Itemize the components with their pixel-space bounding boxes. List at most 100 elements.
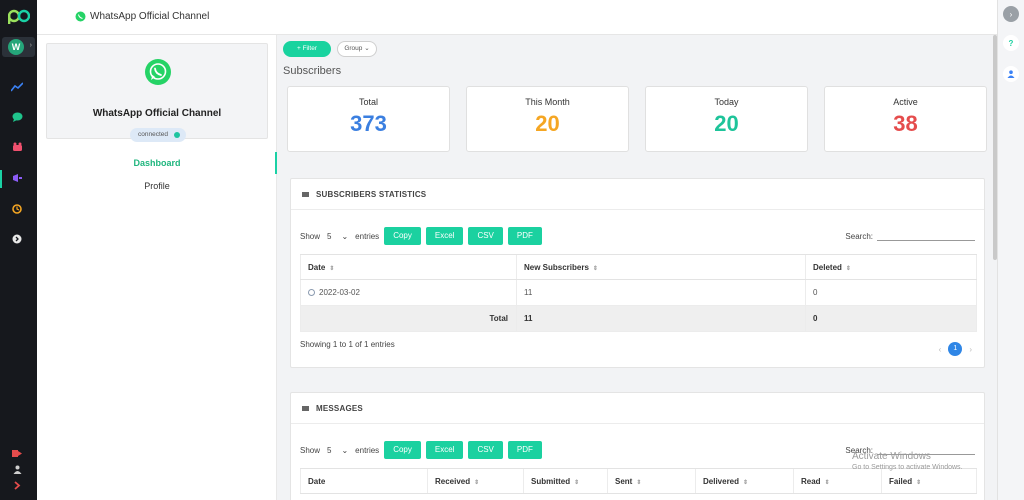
activation-watermark: Activate Windows Go to Settings to activ… bbox=[852, 451, 963, 471]
cell-deleted: 0 bbox=[805, 279, 977, 306]
panel-title: SUBSCRIBERS STATISTICS bbox=[316, 189, 427, 199]
stat-value: 38 bbox=[893, 111, 918, 136]
messages-panel: MESSAGES Show 5 ⌄ entries Copy Excel CSV… bbox=[290, 392, 985, 500]
stat-card-total: Total 373 bbox=[287, 86, 450, 152]
subscribers-table: Date ⇕ New Subscribers ⇕ Deleted ⇕ 2022-03-… bbox=[300, 254, 977, 332]
expand-row-icon[interactable] bbox=[308, 289, 315, 296]
panel-header: SUBSCRIBERS STATISTICS bbox=[291, 179, 984, 210]
chevron-down-icon: ⌄ bbox=[364, 45, 370, 52]
sidebar-active-indicator bbox=[0, 170, 2, 188]
sort-icon: ⇕ bbox=[329, 265, 335, 272]
pagination-next[interactable]: › bbox=[969, 345, 972, 354]
avatar: W bbox=[8, 39, 24, 55]
table-total-row: Total 11 0 bbox=[300, 305, 977, 332]
column-header-received[interactable]: Received ⇕ bbox=[427, 468, 524, 494]
stat-card-active: Active 38 bbox=[824, 86, 987, 152]
page-title-text: WhatsApp Official Channel bbox=[90, 11, 210, 22]
show-label: Show bbox=[300, 231, 321, 241]
account-switcher[interactable]: W › bbox=[2, 37, 35, 57]
column-header-read[interactable]: Read ⇕ bbox=[793, 468, 882, 494]
pagination-page-1[interactable]: 1 bbox=[948, 342, 963, 356]
pagination-prev[interactable]: ‹ bbox=[939, 345, 942, 354]
csv-button[interactable]: CSV bbox=[468, 441, 503, 459]
entries-select[interactable]: 5 ⌄ bbox=[324, 446, 351, 455]
column-header-delivered[interactable]: Delivered ⇕ bbox=[695, 468, 794, 494]
sort-icon: ⇕ bbox=[824, 479, 830, 486]
nav-item-dashboard[interactable]: Dashboard bbox=[37, 158, 277, 168]
copy-button[interactable]: Copy bbox=[384, 441, 421, 459]
chevron-down-icon: ⌄ bbox=[341, 231, 349, 241]
chat-icon[interactable] bbox=[10, 110, 24, 124]
sort-icon: ⇕ bbox=[916, 479, 922, 486]
user-icon[interactable] bbox=[10, 462, 24, 476]
pdf-button[interactable]: PDF bbox=[507, 441, 542, 459]
pdf-button[interactable]: PDF bbox=[507, 227, 542, 245]
group-dropdown[interactable]: Group ⌄ bbox=[337, 41, 377, 57]
status-badge: connected bbox=[130, 128, 186, 142]
cell-new-subscribers: 11 bbox=[516, 279, 806, 306]
entries-select-value: 5 bbox=[327, 445, 332, 455]
help-icon[interactable]: ? bbox=[1003, 35, 1019, 51]
entries-select[interactable]: 5 ⌄ bbox=[324, 232, 351, 241]
panel-header: MESSAGES bbox=[291, 393, 984, 424]
search-label: Search: bbox=[845, 232, 873, 241]
filter-button[interactable]: + Filter bbox=[283, 41, 331, 57]
chevron-right-icon: › bbox=[29, 42, 32, 49]
table-search: Search: bbox=[845, 231, 975, 241]
table-controls: Show 5 ⌄ entries Copy Excel CSV PDF bbox=[300, 441, 542, 459]
channel-card: WhatsApp Official Channel connected bbox=[46, 43, 268, 142]
entries-label: entries bbox=[355, 231, 380, 241]
column-header-failed[interactable]: Failed ⇕ bbox=[881, 468, 977, 494]
bot-icon[interactable] bbox=[10, 140, 24, 154]
excel-button[interactable]: Excel bbox=[425, 441, 464, 459]
watermark-line2: Go to Settings to activate Windows. bbox=[852, 464, 963, 471]
csv-button[interactable]: CSV bbox=[468, 227, 503, 245]
sort-icon: ⇕ bbox=[574, 479, 580, 486]
sort-icon: ⇕ bbox=[743, 479, 749, 486]
envelope-icon bbox=[302, 191, 309, 197]
stat-card-this-month: This Month 20 bbox=[466, 86, 629, 152]
messages-table: Date Received ⇕ Submitted ⇕ Sent ⇕ Delivere… bbox=[300, 468, 977, 494]
copy-button[interactable]: Copy bbox=[384, 227, 421, 245]
entries-label: entries bbox=[355, 445, 380, 455]
analytics-icon[interactable] bbox=[10, 80, 24, 94]
group-dropdown-label: Group bbox=[344, 45, 363, 52]
column-header-sent[interactable]: Sent ⇕ bbox=[607, 468, 696, 494]
column-header-submitted[interactable]: Submitted ⇕ bbox=[523, 468, 608, 494]
main-content: + Filter Group ⌄ Subscribers Total 373 T… bbox=[277, 35, 997, 500]
nav-item-profile[interactable]: Profile bbox=[37, 181, 277, 191]
arrow-circle-icon[interactable] bbox=[10, 232, 24, 246]
top-header: WhatsApp Official Channel bbox=[37, 0, 997, 35]
history-icon[interactable] bbox=[10, 202, 24, 216]
sort-icon: ⇕ bbox=[845, 265, 851, 272]
table-info: Showing 1 to 1 of 1 entries bbox=[300, 340, 395, 349]
cell-date: 2022-03-02 bbox=[300, 279, 517, 306]
excel-button[interactable]: Excel bbox=[425, 227, 464, 245]
table-row: 2022-03-02 11 0 bbox=[300, 279, 977, 306]
search-input[interactable] bbox=[877, 231, 975, 241]
sort-icon: ⇕ bbox=[592, 265, 598, 272]
column-header-date[interactable]: Date bbox=[300, 468, 428, 494]
sort-icon: ⇕ bbox=[636, 479, 642, 486]
column-header-new-subscribers[interactable]: New Subscribers ⇕ bbox=[516, 254, 806, 280]
stat-label: Active bbox=[893, 97, 918, 107]
broadcast-icon[interactable] bbox=[10, 171, 24, 185]
chevron-down-icon: ⌄ bbox=[341, 445, 349, 455]
status-dot-icon bbox=[174, 132, 180, 138]
channel-panel: WhatsApp Official Channel connected Dash… bbox=[37, 35, 277, 500]
stat-label: Total bbox=[358, 97, 378, 107]
logout-icon[interactable] bbox=[10, 446, 24, 460]
user-profile-icon[interactable] bbox=[1003, 66, 1019, 82]
sort-icon: ⇕ bbox=[474, 479, 480, 486]
envelope-icon bbox=[302, 405, 309, 411]
app-logo-icon[interactable] bbox=[8, 8, 30, 24]
right-rail: › ? bbox=[997, 0, 1024, 500]
collapse-chevron-icon[interactable]: › bbox=[1003, 6, 1019, 22]
expand-chevron-icon[interactable] bbox=[10, 478, 24, 492]
column-header-deleted[interactable]: Deleted ⇕ bbox=[805, 254, 977, 280]
status-badge-label: connected bbox=[138, 131, 168, 138]
table-header-row: Date ⇕ New Subscribers ⇕ Deleted ⇕ bbox=[300, 254, 977, 280]
watermark-line1: Activate Windows bbox=[852, 451, 931, 462]
column-header-date[interactable]: Date ⇕ bbox=[300, 254, 517, 280]
total-new-subscribers: 11 bbox=[516, 305, 806, 332]
